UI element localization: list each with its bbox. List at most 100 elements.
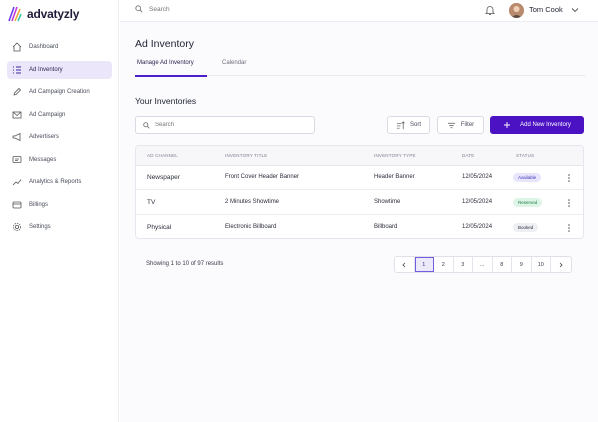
chevron-right-icon: [559, 262, 563, 267]
tab-bar: Manage Ad Inventory Calendar: [135, 58, 585, 77]
sidebar-item-label: Ad Campaign Creation: [29, 89, 90, 95]
user-name[interactable]: Tom Cook: [529, 5, 563, 14]
more-options-icon[interactable]: [566, 198, 572, 208]
list-icon: [11, 64, 23, 76]
sidebar-item-label: Settings: [29, 224, 51, 230]
tab-manage-ad-inventory[interactable]: Manage Ad Inventory: [137, 60, 194, 66]
sidebar-item-billings[interactable]: Billings: [7, 196, 112, 214]
page-button-2[interactable]: 2: [434, 257, 454, 272]
sidebar-nav: Dashboard Ad Inventory Ad Campaign Creat…: [7, 38, 112, 241]
cell-ad-channel: TV: [147, 199, 156, 206]
plus-icon: [504, 122, 511, 128]
table-row[interactable]: Newspaper Front Cover Header Banner Head…: [136, 166, 583, 190]
app-logo[interactable]: advatyzly: [8, 5, 79, 23]
main-content: Ad Inventory Manage Ad Inventory Calenda…: [120, 22, 598, 422]
sidebar-item-dashboard[interactable]: Dashboard: [7, 38, 112, 56]
sidebar-item-label: Ad Inventory: [29, 66, 63, 73]
cell-date: 12/05/2024: [462, 224, 493, 230]
cell-inventory-type: Header Banner: [374, 174, 415, 180]
cell-inventory-type: Showtime: [374, 199, 401, 205]
column-header-inventory-title[interactable]: INVENTORY TITLE: [225, 153, 267, 158]
sort-icon: [396, 120, 405, 129]
column-header-inventory-type[interactable]: INVENTORY TYPE: [374, 153, 416, 158]
page-button-10[interactable]: 10: [532, 257, 551, 272]
column-header-status[interactable]: STATUS: [516, 153, 534, 158]
sidebar-item-ad-campaign[interactable]: Ad Campaign: [7, 106, 112, 124]
megaphone-icon: [11, 131, 23, 143]
sidebar-item-advertisers[interactable]: Advertisers: [7, 128, 112, 146]
sidebar-item-label: Ad Campaign: [29, 111, 66, 118]
add-new-inventory-label: Add New Inventory: [520, 122, 571, 128]
inventory-table: AD CHANNEL INVENTORY TITLE INVENTORY TYP…: [135, 145, 584, 239]
sidebar-item-label: Advertisers: [29, 134, 60, 140]
sidebar-item-settings[interactable]: Settings: [7, 218, 112, 236]
cell-inventory-type: Billboard: [374, 224, 398, 230]
pagination: 1 2 3 ... 8 9 10: [394, 256, 572, 273]
page-button-3[interactable]: 3: [454, 257, 473, 272]
logo-mark-icon: [8, 6, 22, 22]
sidebar-item-label: Billings: [29, 201, 49, 208]
gear-icon: [11, 221, 23, 233]
bell-icon[interactable]: [484, 4, 496, 16]
page-button-1[interactable]: 1: [414, 257, 434, 272]
section-title: Your Inventories: [135, 96, 197, 106]
cell-inventory-title: 2 Minutes Showtime: [225, 199, 280, 205]
more-options-icon[interactable]: [566, 223, 572, 233]
page-button-9[interactable]: 9: [512, 257, 532, 272]
home-icon: [11, 41, 23, 53]
cell-inventory-title: Front Cover Header Banner: [225, 174, 300, 180]
page-title: Ad Inventory: [135, 38, 194, 50]
global-search: [135, 5, 269, 13]
tab-calendar[interactable]: Calendar: [222, 60, 246, 66]
next-page-button[interactable]: [551, 257, 571, 272]
page-button-8[interactable]: 8: [493, 257, 512, 272]
sidebar-item-label: Dashboard: [29, 44, 59, 50]
cell-date: 12/05/2024: [462, 174, 493, 180]
global-search-input[interactable]: [149, 5, 269, 13]
sidebar-item-label: Analytics & Reports: [29, 179, 82, 185]
sidebar-item-messages[interactable]: Messages: [7, 151, 112, 169]
cell-inventory-title: Electronic Billboard: [225, 224, 277, 230]
sidebar: advatyzly Dashboard Ad Inventory Ad Camp…: [0, 0, 119, 422]
app-name: advatyzly: [27, 7, 80, 21]
inventory-search-input[interactable]: [155, 122, 305, 128]
sort-button[interactable]: Sort: [387, 116, 430, 134]
sidebar-item-analytics-reports[interactable]: Analytics & Reports: [7, 173, 112, 191]
top-bar: Tom Cook: [120, 0, 598, 22]
cell-ad-channel: Newspaper: [147, 174, 180, 181]
results-summary: Showing 1 to 10 of 97 results: [146, 261, 224, 267]
previous-page-button[interactable]: [395, 257, 415, 272]
chart-icon: [11, 176, 23, 188]
status-badge: Reserved: [513, 197, 543, 207]
sidebar-item-ad-campaign-creation[interactable]: Ad Campaign Creation: [7, 83, 112, 101]
add-new-inventory-button[interactable]: Add New Inventory: [490, 116, 584, 134]
card-icon: [11, 199, 23, 211]
search-icon: [135, 5, 143, 13]
table-row[interactable]: TV 2 Minutes Showtime Showtime 12/05/202…: [136, 191, 583, 215]
sidebar-item-ad-inventory[interactable]: Ad Inventory: [7, 60, 112, 79]
page-ellipsis: ...: [473, 257, 493, 272]
chevron-down-icon[interactable]: [571, 6, 579, 14]
sort-label: Sort: [409, 122, 421, 128]
table-header: AD CHANNEL INVENTORY TITLE INVENTORY TYP…: [136, 146, 583, 166]
more-options-icon[interactable]: [566, 173, 572, 183]
table-row[interactable]: Physical Electronic Billboard Billboard …: [136, 216, 583, 240]
cell-ad-channel: Physical: [147, 224, 172, 231]
column-header-date[interactable]: DATE: [462, 153, 474, 158]
active-tab-indicator: [135, 75, 207, 77]
column-header-ad-channel[interactable]: AD CHANNEL: [147, 153, 178, 158]
pencil-icon: [11, 86, 23, 98]
filter-label: Filter: [460, 122, 475, 128]
status-badge: Available: [513, 172, 542, 182]
message-icon: [11, 154, 23, 166]
cell-date: 12/05/2024: [462, 199, 493, 205]
inventory-search: [135, 116, 315, 134]
search-icon: [143, 121, 150, 129]
filter-icon: [447, 122, 455, 128]
filter-button[interactable]: Filter: [437, 116, 484, 134]
status-badge: Booked: [513, 222, 539, 232]
sidebar-item-label: Messages: [29, 156, 57, 163]
avatar[interactable]: [509, 3, 524, 18]
mail-icon: [11, 109, 23, 121]
chevron-left-icon: [402, 262, 406, 267]
